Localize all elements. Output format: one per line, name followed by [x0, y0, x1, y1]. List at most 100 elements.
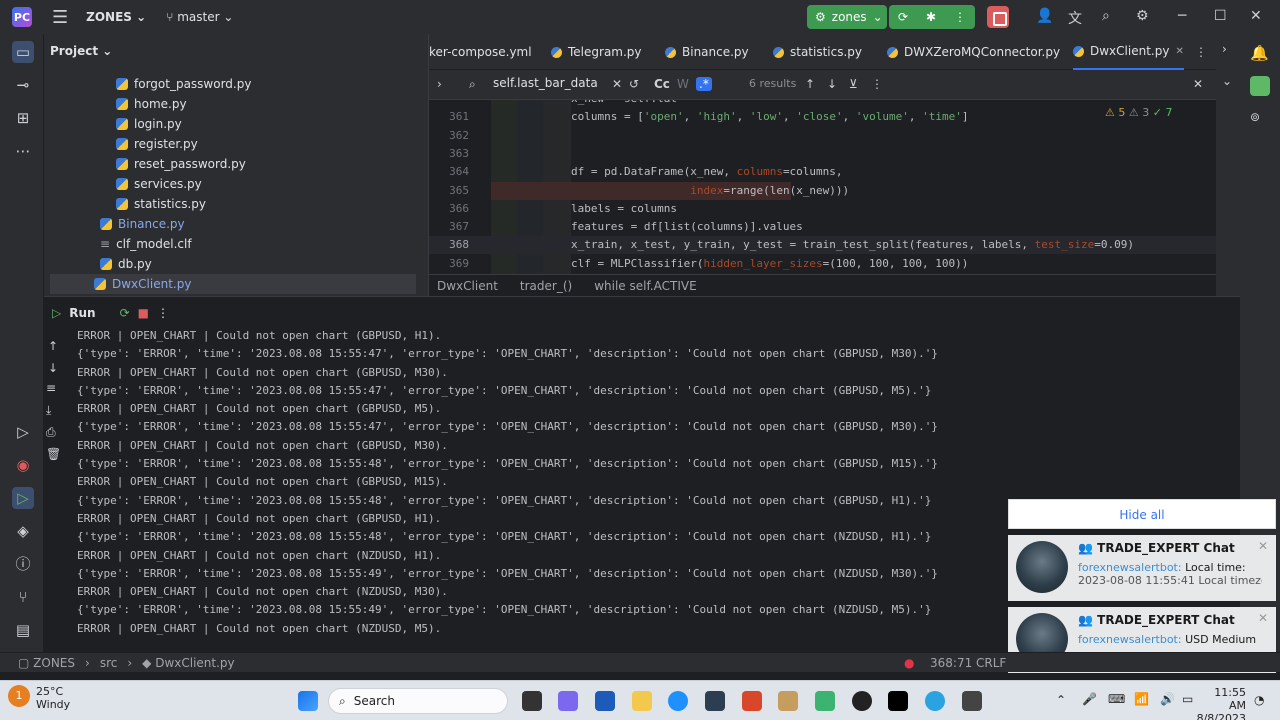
tree-item[interactable]: register.py [116, 134, 198, 154]
task-view-icon[interactable] [522, 691, 542, 711]
language-icon[interactable]: ⌨ [1108, 692, 1125, 706]
inspection-widget[interactable]: ⚠ 5 ⚠ 3 ✓ 7 [1105, 106, 1172, 119]
app-icon[interactable] [595, 691, 615, 711]
tree-item[interactable]: db.py [100, 254, 152, 274]
scroll-to-end-icon[interactable]: ⤓ [46, 403, 51, 418]
branch-switcher[interactable]: ⑂ master ⌄ [166, 10, 233, 24]
code-line[interactable]: 364 df = pd.DataFrame(x_new, columns=colu… [429, 163, 1217, 181]
tray-chevron-icon[interactable]: ⌃ [1056, 693, 1066, 707]
structure-icon[interactable]: ⊞ [12, 107, 34, 129]
tree-item[interactable]: login.py [116, 114, 182, 134]
editor-tab[interactable]: Binance.py [665, 34, 749, 70]
profiler-icon[interactable]: ◉ [12, 454, 34, 476]
chrome-icon[interactable] [852, 691, 872, 711]
tree-item[interactable]: forgot_password.py [116, 74, 251, 94]
teams-icon[interactable] [558, 691, 578, 711]
run-title[interactable]: Run [69, 306, 95, 320]
more-icon[interactable]: ⋮ [871, 77, 883, 91]
debug-icon[interactable]: ✱ [926, 10, 936, 24]
arrow-down-icon[interactable]: ↓ [48, 361, 58, 375]
telegram-icon[interactable] [925, 691, 945, 711]
status-path-file[interactable]: ◆ DwxClient.py [142, 656, 235, 670]
tree-item[interactable]: services.py [116, 174, 202, 194]
edge-icon[interactable] [668, 691, 688, 711]
path-segment[interactable]: src [100, 656, 118, 670]
powerpoint-icon[interactable] [742, 691, 762, 711]
wifi-icon[interactable]: 📶 [1134, 692, 1149, 706]
translate-icon[interactable]: 文 [1068, 8, 1082, 28]
app-icon[interactable] [778, 691, 798, 711]
taskbar-search[interactable]: ⌕ Search [328, 688, 508, 714]
filter-icon[interactable]: ⊻ [849, 77, 858, 91]
history-icon[interactable]: ↺ [629, 77, 639, 91]
stop-icon[interactable]: ■ [138, 306, 149, 320]
chevron-right-icon[interactable]: › [437, 77, 442, 91]
volume-icon[interactable]: 🔊 [1160, 692, 1175, 706]
pycharm-taskbar-icon[interactable] [888, 691, 908, 711]
commit-icon[interactable]: ⊸ [12, 74, 34, 96]
maximize-icon[interactable]: ☐ [1214, 8, 1227, 24]
clear-icon[interactable]: ✕ [612, 77, 622, 91]
battery-icon[interactable]: ▭ [1182, 692, 1193, 706]
line-separator[interactable]: CRLF [976, 656, 1006, 670]
notifications-icon[interactable]: 🔔 [1250, 44, 1269, 62]
code-area[interactable]: x_new = self.lat 361 columns = ['open', 'h… [429, 100, 1217, 274]
app-icon[interactable] [815, 691, 835, 711]
main-menu-icon[interactable]: ☰ [52, 7, 68, 28]
project-panel-header[interactable]: Project ⌄ [44, 34, 428, 68]
user-icon[interactable]: 👤 [1036, 8, 1053, 24]
pycharm-logo-icon[interactable]: PC [12, 7, 32, 27]
clock[interactable]: 11:55 AM 8/8/2023 [1196, 686, 1246, 720]
breadcrumb-item[interactable]: while self.ACTIVE [594, 279, 696, 293]
soft-wrap-icon[interactable]: ≡ [46, 381, 56, 395]
hide-all-button[interactable]: Hide all [1008, 499, 1276, 529]
code-line[interactable]: 362 [429, 127, 1217, 145]
code-line[interactable]: 367 features = df[list(columns)].values [429, 218, 1217, 236]
app-icon[interactable] [962, 691, 982, 711]
editor-tab[interactable]: DwxClient.py ✕ [1073, 34, 1184, 70]
folder-icon[interactable]: ▭ [12, 41, 34, 63]
whole-word-toggle[interactable]: W [677, 77, 689, 91]
minimize-icon[interactable]: ─ [1178, 8, 1186, 24]
rerun-icon[interactable]: ⟳ [120, 306, 130, 320]
code-line[interactable]: 361 columns = ['open', 'high', 'low', 'cl… [429, 108, 1217, 126]
close-find-icon[interactable]: ✕ [1193, 77, 1203, 91]
tree-item[interactable]: ≡ clf_model.clf [100, 234, 192, 254]
code-line[interactable]: 366 labels = columns [429, 200, 1217, 218]
tree-item[interactable]: statistics.py [116, 194, 206, 214]
run-icon[interactable]: ▷ [12, 487, 34, 509]
arrow-up-icon[interactable]: ↑ [805, 77, 815, 91]
rerun-icon[interactable]: ⟳ [898, 10, 908, 24]
status-path-project[interactable]: ▢ ZONES [18, 656, 75, 670]
git-icon[interactable]: ⑂ [12, 586, 34, 608]
breadcrumb-item[interactable]: trader_() [520, 279, 572, 293]
weather-widget[interactable]: 1 25°C Windy [8, 685, 70, 711]
notification-center-icon[interactable]: ◔ [1254, 693, 1264, 707]
code-line[interactable]: 369 clf = MLPClassifier(hidden_layer_size… [429, 255, 1217, 273]
code-line[interactable]: 365 index=range(len(x_new))) [429, 181, 1217, 200]
close-tab-icon[interactable]: ✕ [1175, 46, 1183, 57]
ai-assistant-icon[interactable] [1250, 76, 1270, 96]
editor-tab[interactable]: statistics.py [773, 34, 862, 70]
tabs-more-icon[interactable]: ⋮ [1195, 45, 1207, 59]
print-icon[interactable]: ⎙ [46, 425, 56, 440]
search-icon[interactable]: ⌕ [1102, 8, 1110, 24]
arrow-up-icon[interactable]: ↑ [48, 339, 58, 353]
more-tools-icon[interactable]: ⋯ [12, 140, 34, 162]
problems-icon[interactable]: ⓘ [12, 553, 34, 575]
caret-position[interactable]: 368:71 [930, 656, 972, 670]
code-line[interactable]: x_new = self.lat [429, 100, 1217, 108]
run-configuration-select[interactable]: ⚙ zones ⌄ [807, 5, 887, 29]
stop-button[interactable] [987, 6, 1009, 28]
editor-tab[interactable]: DWXZeroMQConnector.py [887, 34, 1060, 70]
services-icon[interactable]: ▷ [12, 421, 34, 443]
find-input[interactable] [493, 76, 613, 90]
more-icon[interactable]: ⋮ [954, 10, 966, 24]
chevron-down-icon[interactable]: ⌄ [1222, 74, 1232, 88]
editor-tab[interactable]: Telegram.py [551, 34, 642, 70]
close-icon[interactable]: ✕ [1258, 611, 1268, 625]
trash-icon[interactable]: 🗑 [46, 447, 61, 461]
app-icon[interactable] [705, 691, 725, 711]
file-explorer-icon[interactable] [632, 691, 652, 711]
match-case-toggle[interactable]: Cc [654, 77, 670, 91]
